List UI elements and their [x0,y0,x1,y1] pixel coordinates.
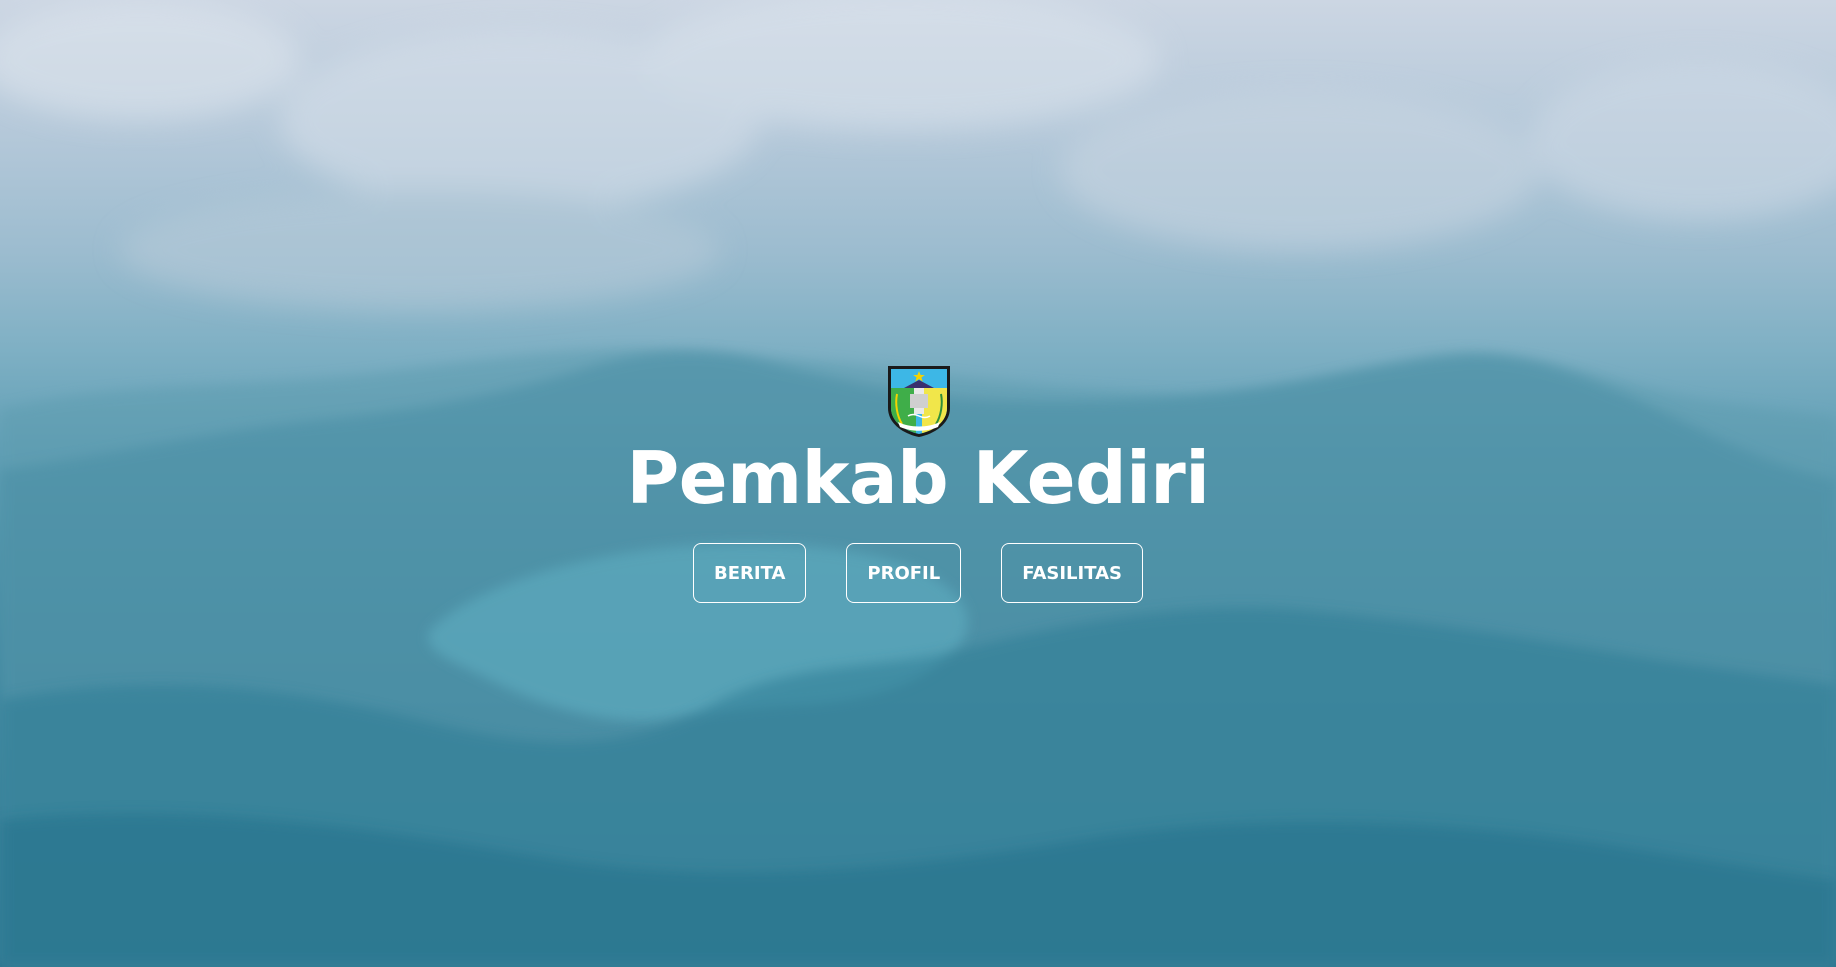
hero-content: Pemkab Kediri BERITA PROFIL FASILITAS [0,0,1836,967]
kediri-regency-crest-icon [888,366,950,437]
nav-fasilitas-button[interactable]: FASILITAS [1001,543,1143,603]
hero-section: Pemkab Kediri BERITA PROFIL FASILITAS [0,0,1836,967]
nav-berita-button[interactable]: BERITA [693,543,807,603]
page-title: Pemkab Kediri [626,436,1210,520]
main-nav: BERITA PROFIL FASILITAS [0,543,1836,603]
nav-profil-button[interactable]: PROFIL [846,543,962,603]
